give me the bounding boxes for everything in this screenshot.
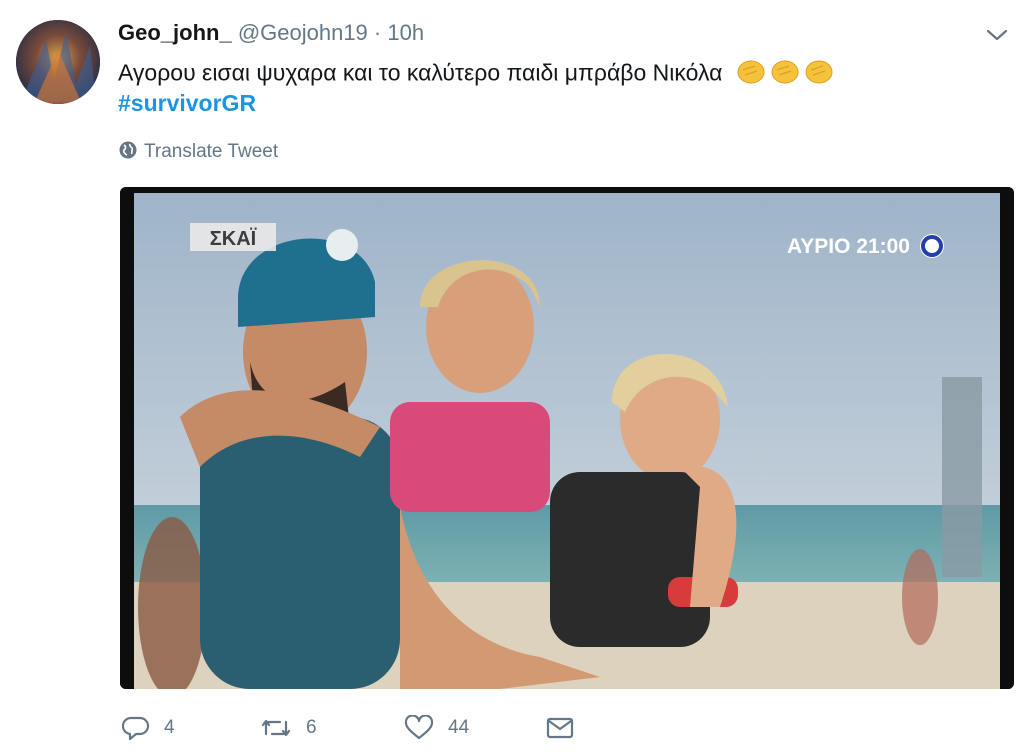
- avatar[interactable]: [16, 20, 100, 104]
- heart-icon: [404, 715, 434, 740]
- direct-message-button[interactable]: [546, 708, 588, 748]
- translate-label: Translate Tweet: [144, 141, 279, 162]
- retweet-button[interactable]: 6: [260, 708, 317, 748]
- promo-text: ΑΥΡΙΟ 21:00: [787, 235, 910, 258]
- tweet-header: Geo_john_ @Geojohn19 · 10h: [118, 20, 424, 46]
- translate-tweet-link[interactable]: Translate Tweet: [118, 140, 278, 164]
- hashtag-link[interactable]: #survivorGR: [118, 88, 256, 118]
- chevron-down-icon[interactable]: [984, 24, 1010, 46]
- globe-icon: [119, 141, 137, 159]
- tv-still-image: ΣΚΑΪ ΑΥΡΙΟ 21:00: [120, 187, 1014, 689]
- display-name[interactable]: Geo_john_: [118, 20, 232, 45]
- clapping-hands-icon: [735, 56, 839, 93]
- tweet-text-body: Αγορου εισαι ψυχαρα και το καλύτερο παιδ…: [118, 59, 723, 86]
- separator-dot: ·: [373, 20, 382, 45]
- reply-button[interactable]: 4: [122, 708, 175, 748]
- envelope-icon: [546, 717, 574, 739]
- tweet-time[interactable]: 10h: [387, 20, 424, 45]
- reply-count: 4: [164, 717, 175, 738]
- reply-icon: [122, 716, 150, 741]
- like-count: 44: [448, 717, 470, 738]
- user-handle[interactable]: @Geojohn19: [238, 20, 368, 45]
- tweet-media[interactable]: ΣΚΑΪ ΑΥΡΙΟ 21:00: [120, 187, 1014, 689]
- channel-logo: ΣΚΑΪ: [210, 227, 257, 250]
- avatar-image: [16, 20, 100, 104]
- tweet-actions: 4 6 44: [118, 708, 618, 748]
- like-button[interactable]: 44: [404, 708, 469, 748]
- retweet-count: 6: [306, 717, 317, 738]
- retweet-icon: [261, 719, 291, 737]
- broadcast-ring-icon: [920, 234, 944, 258]
